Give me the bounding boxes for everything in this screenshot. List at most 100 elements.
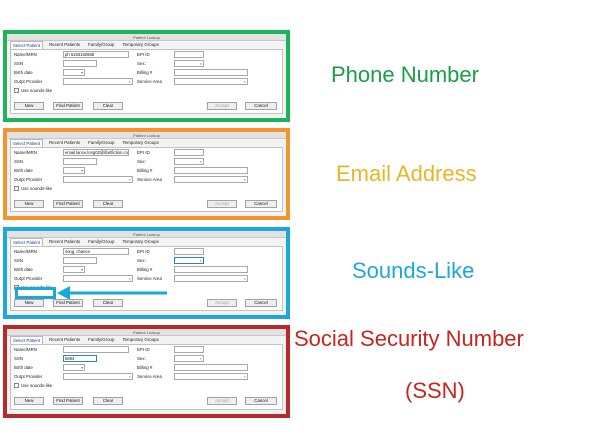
patient-lookup-window: Patient Lookup Select Patient Recent Pat… [7,329,286,414]
sounds-like-checkbox[interactable] [14,88,19,93]
tab-select-patient[interactable]: Select Patient [10,139,44,147]
cancel-button[interactable]: Cancel [245,397,277,405]
clear-button[interactable]: Clear [93,397,123,405]
tab-select-patient[interactable]: Select Patient [10,238,44,246]
billing-input[interactable] [174,69,248,76]
birth-date-input[interactable]: ▾ [63,266,85,273]
ssn-input[interactable] [63,60,97,67]
cancel-button[interactable]: Cancel [245,299,277,307]
ssn-label: SSN [14,159,24,164]
sex-input[interactable]: ⌕ [174,158,204,165]
tab-recent-patients[interactable]: Recent Patients [47,336,82,344]
clear-button[interactable]: Clear [93,200,123,208]
search-icon[interactable]: ⌕ [129,276,131,281]
ssn-input[interactable] [63,158,97,165]
tab-bar: Select Patient Recent Patients Family/Gr… [7,139,286,147]
tab-select-patient[interactable]: Select Patient [10,41,44,49]
tab-family-group[interactable]: Family/Group [86,139,116,147]
tab-recent-patients[interactable]: Recent Patients [47,238,82,246]
outpt-provider-label: Outpt Provider [14,79,43,84]
calendar-icon[interactable]: ▾ [81,267,83,272]
search-icon[interactable]: ⌕ [200,61,202,66]
birth-date-input[interactable]: ▾ [63,69,85,76]
search-icon[interactable]: ⌕ [129,374,131,379]
window-title: Patient Lookup [7,231,286,238]
tab-temporary-groups[interactable]: Temporary Groups [120,139,160,147]
tab-recent-patients[interactable]: Recent Patients [47,41,82,49]
accept-button[interactable]: Accept [207,397,237,405]
search-icon[interactable]: ⌕ [129,177,131,182]
sex-input[interactable]: ⌕ [174,257,204,264]
epi-id-input[interactable] [174,149,204,156]
name-mrn-input[interactable]: email lance.long02@ifixitfiction.com [63,149,129,156]
search-icon[interactable]: ⌕ [200,356,202,361]
ssn-input[interactable]: 5694 [63,355,97,362]
tab-temporary-groups[interactable]: Temporary Groups [120,238,160,246]
ssn-label: SSN [14,356,24,361]
tab-recent-patients[interactable]: Recent Patients [47,139,82,147]
outpt-provider-input[interactable]: ⌕ [63,78,133,85]
service-area-input[interactable]: ⌕ [174,373,248,380]
calendar-icon[interactable]: ▾ [81,168,83,173]
outpt-provider-input[interactable]: ⌕ [63,275,133,282]
search-panel: Name/MRN ph 6183182668 SSN Birth date ▾ … [10,49,283,114]
calendar-icon[interactable]: ▾ [81,70,83,75]
new-button[interactable]: New [14,397,44,405]
cancel-button[interactable]: Cancel [245,102,277,110]
outpt-provider-input[interactable]: ⌕ [63,176,133,183]
service-area-input[interactable]: ⌕ [174,176,248,183]
window-title: Patient Lookup [7,132,286,139]
pointer-arrow-icon [57,286,167,300]
tab-family-group[interactable]: Family/Group [86,336,116,344]
search-icon[interactable]: ⌕ [200,159,202,164]
name-mrn-input[interactable] [63,346,129,353]
clear-button[interactable]: Clear [93,102,123,110]
tab-temporary-groups[interactable]: Temporary Groups [120,41,160,49]
service-area-input[interactable]: ⌕ [174,275,248,282]
epi-id-input[interactable] [174,248,204,255]
billing-input[interactable] [174,266,248,273]
outpt-provider-input[interactable]: ⌕ [63,373,133,380]
ssn-input[interactable] [63,257,97,264]
accept-button[interactable]: Accept [207,200,237,208]
search-panel: Name/MRN song, chance SSN Birth date ▾ O… [10,246,283,311]
ssn-label: SSN [14,258,24,263]
cancel-button[interactable]: Cancel [245,200,277,208]
search-icon[interactable]: ⌕ [244,177,246,182]
tab-temporary-groups[interactable]: Temporary Groups [120,336,160,344]
search-icon[interactable]: ⌕ [244,276,246,281]
search-panel: Name/MRN email lance.long02@ifixitfictio… [10,147,283,212]
service-area-input[interactable]: ⌕ [174,78,248,85]
epi-id-input[interactable] [174,346,204,353]
find-patient-button[interactable]: Find Patient [53,102,83,110]
search-icon[interactable]: ⌕ [129,79,131,84]
search-icon[interactable]: ⌕ [244,79,246,84]
epi-id-input[interactable] [174,51,204,58]
birth-date-label: Birth date [14,168,33,173]
tab-family-group[interactable]: Family/Group [86,41,116,49]
search-icon[interactable]: ⌕ [244,374,246,379]
new-button[interactable]: New [14,102,44,110]
new-button[interactable]: New [14,200,44,208]
find-patient-button[interactable]: Find Patient [53,200,83,208]
sex-input[interactable]: ⌕ [174,60,204,67]
birth-date-input[interactable]: ▾ [63,167,85,174]
sounds-like-checkbox[interactable] [14,383,19,388]
accept-button[interactable]: Accept [207,102,237,110]
tab-select-patient[interactable]: Select Patient [10,336,44,344]
caption-sounds-like: Sounds-Like [352,258,475,283]
search-icon[interactable]: ⌕ [200,258,202,263]
billing-input[interactable] [174,167,248,174]
sex-input[interactable]: ⌕ [174,355,204,362]
sounds-like-checkbox[interactable] [14,186,19,191]
new-button[interactable]: New [14,299,44,307]
tab-family-group[interactable]: Family/Group [86,238,116,246]
birth-date-input[interactable]: ▾ [63,364,85,371]
service-area-label: Service Area [137,177,162,182]
accept-button[interactable]: Accept [207,299,237,307]
billing-input[interactable] [174,364,248,371]
calendar-icon[interactable]: ▾ [81,365,83,370]
name-mrn-input[interactable]: ph 6183182668 [63,51,129,58]
find-patient-button[interactable]: Find Patient [53,397,83,405]
name-mrn-input[interactable]: song, chance [63,248,129,255]
